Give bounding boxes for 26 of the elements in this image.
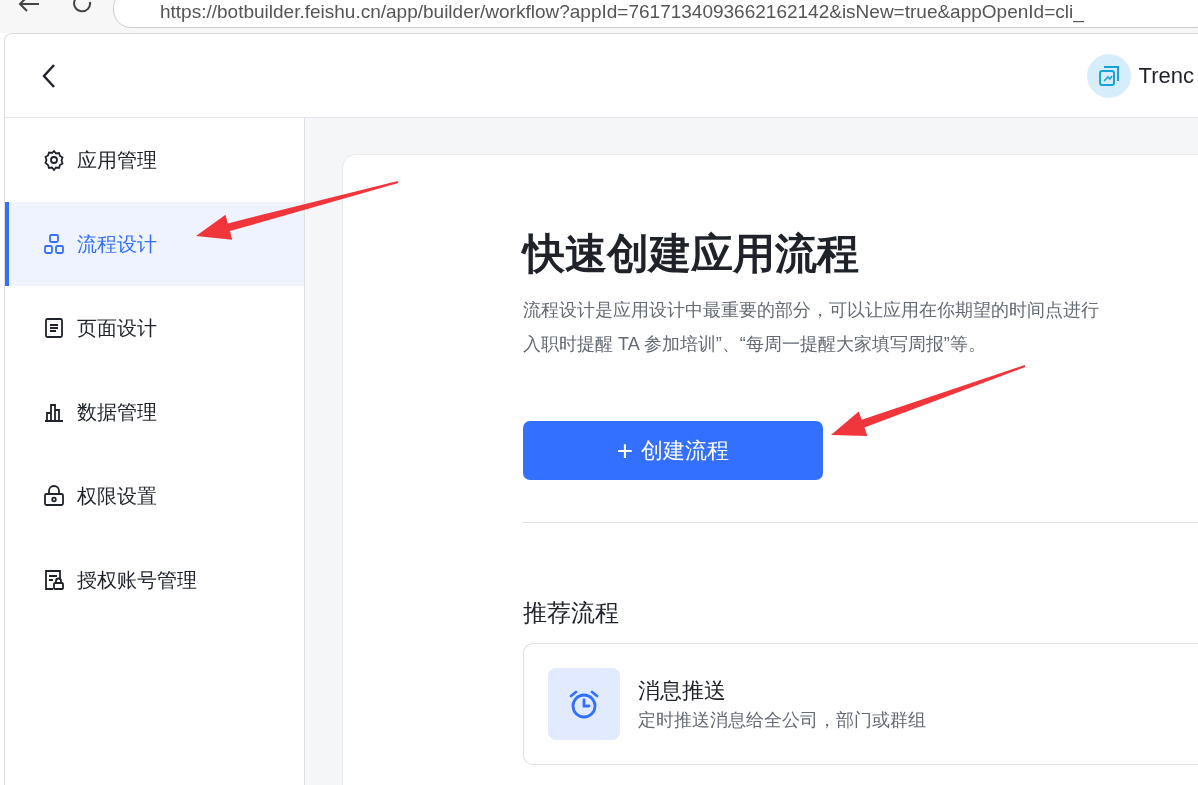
description: 流程设计是应用设计中最重要的部分，可以让应用在你期望的时间点进行 入职时提醒 TA 参加培训”、“每周一提醒大家填写周报”等。 [523,299,1100,357]
sidebar-item[interactable]: 流程设计 [5,202,304,286]
plus-icon: + [616,436,634,465]
sidebar-item[interactable]: 授权账号管理 [5,538,304,622]
card-subtitle: 定时推送消息给全公司，部门或群组 [638,709,926,733]
address-bar[interactable]: https://botbuilder.feishu.cn/app/builder/workflow?appId=7617134093662162142&isNew=true&appOpenId=cli_ [113,0,1198,28]
sidebar-item[interactable]: 应用管理 [5,118,304,202]
document-icon [43,317,65,339]
nodes-icon [43,233,65,255]
section-heading: 推荐流程 [523,598,620,629]
app-name: Trenc [1138,62,1194,90]
sidebar-item[interactable]: 权限设置 [5,454,304,538]
page-title: 快速创建应用流程 [523,229,860,279]
card-title: 消息推送 [638,677,727,706]
workflow-card[interactable]: 消息推送 定时推送消息给全公司，部门或群组 [523,643,1198,766]
sidebar-item[interactable]: 数据管理 [5,370,304,454]
lock-icon [43,485,65,507]
reload-icon[interactable] [72,0,94,14]
back-icon[interactable] [17,0,41,14]
account-icon [43,569,65,591]
alarm-clock-icon [548,668,620,741]
gear-icon [43,149,65,171]
create-button[interactable]: + 创建流程 [523,421,823,481]
back-icon[interactable] [41,62,57,89]
bar-chart-icon [43,401,65,423]
sidebar-item[interactable]: 页面设计 [5,286,304,370]
